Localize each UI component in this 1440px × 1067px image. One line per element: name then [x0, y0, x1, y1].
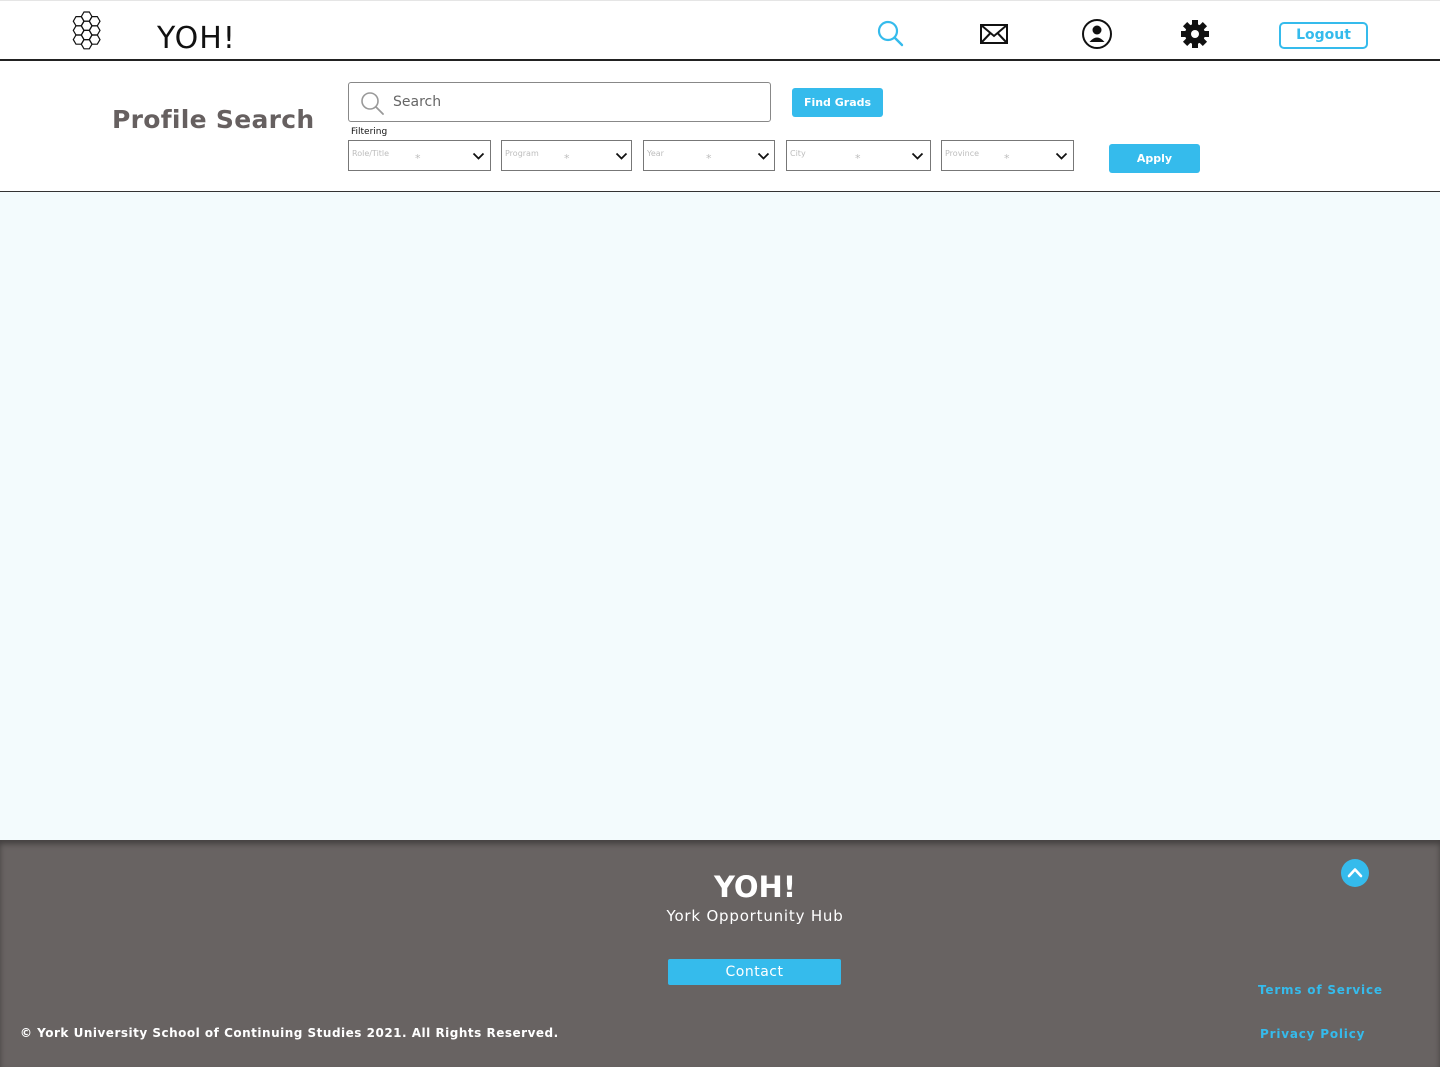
hexagon-logo-icon[interactable]: [70, 10, 110, 50]
copyright-text: © York University School of Continuing S…: [20, 1026, 559, 1040]
province-filter[interactable]: Province *: [941, 140, 1074, 171]
filtering-label: Filtering: [351, 127, 388, 137]
filter-label: Program: [505, 149, 539, 158]
chevron-down-icon: [615, 152, 628, 160]
required-icon: *: [706, 152, 712, 165]
top-navbar: YOH! Logout: [0, 0, 1440, 61]
search-icon[interactable]: [875, 18, 907, 50]
filter-label: Role/Title: [352, 149, 390, 158]
year-filter[interactable]: Year *: [643, 140, 775, 171]
program-filter[interactable]: Program *: [501, 140, 632, 171]
contact-button[interactable]: Contact: [668, 959, 841, 985]
filter-label: City: [790, 149, 806, 158]
chevron-up-icon: [1347, 868, 1363, 878]
privacy-policy-link[interactable]: Privacy Policy: [1260, 1027, 1365, 1041]
page-title: Profile Search: [112, 105, 315, 134]
footer-brand: YOH!: [713, 870, 797, 904]
search-bar[interactable]: [348, 82, 771, 122]
profile-search-panel: Profile Search Find Grads Filtering Role…: [0, 61, 1440, 192]
mail-icon[interactable]: [978, 18, 1010, 50]
apply-filters-button[interactable]: Apply: [1109, 144, 1200, 173]
footer-tagline: York Opportunity Hub: [666, 907, 844, 925]
chevron-down-icon: [472, 152, 485, 160]
find-grads-button[interactable]: Find Grads: [792, 88, 883, 117]
gear-icon[interactable]: [1179, 18, 1211, 50]
role-title-filter[interactable]: Role/Title *: [348, 140, 491, 171]
filter-label: Province: [945, 149, 980, 158]
required-icon: *: [415, 152, 421, 165]
back-to-top-button[interactable]: [1341, 859, 1369, 887]
terms-of-service-link[interactable]: Terms of Service: [1258, 983, 1383, 997]
filter-label: Year: [647, 149, 664, 158]
logout-button[interactable]: Logout: [1279, 22, 1368, 49]
search-icon: [361, 92, 384, 115]
chevron-down-icon: [911, 152, 924, 160]
brand-name[interactable]: YOH!: [157, 21, 236, 57]
required-icon: *: [855, 152, 861, 165]
search-input[interactable]: [393, 89, 753, 115]
search-results-area: [0, 192, 1440, 840]
required-icon: *: [564, 152, 570, 165]
chevron-down-icon: [1055, 152, 1068, 160]
required-icon: *: [1004, 152, 1010, 165]
profile-icon[interactable]: [1081, 18, 1113, 50]
chevron-down-icon: [757, 152, 770, 160]
footer: YOH! York Opportunity Hub Contact © York…: [0, 840, 1440, 1067]
city-filter[interactable]: City *: [786, 140, 931, 171]
